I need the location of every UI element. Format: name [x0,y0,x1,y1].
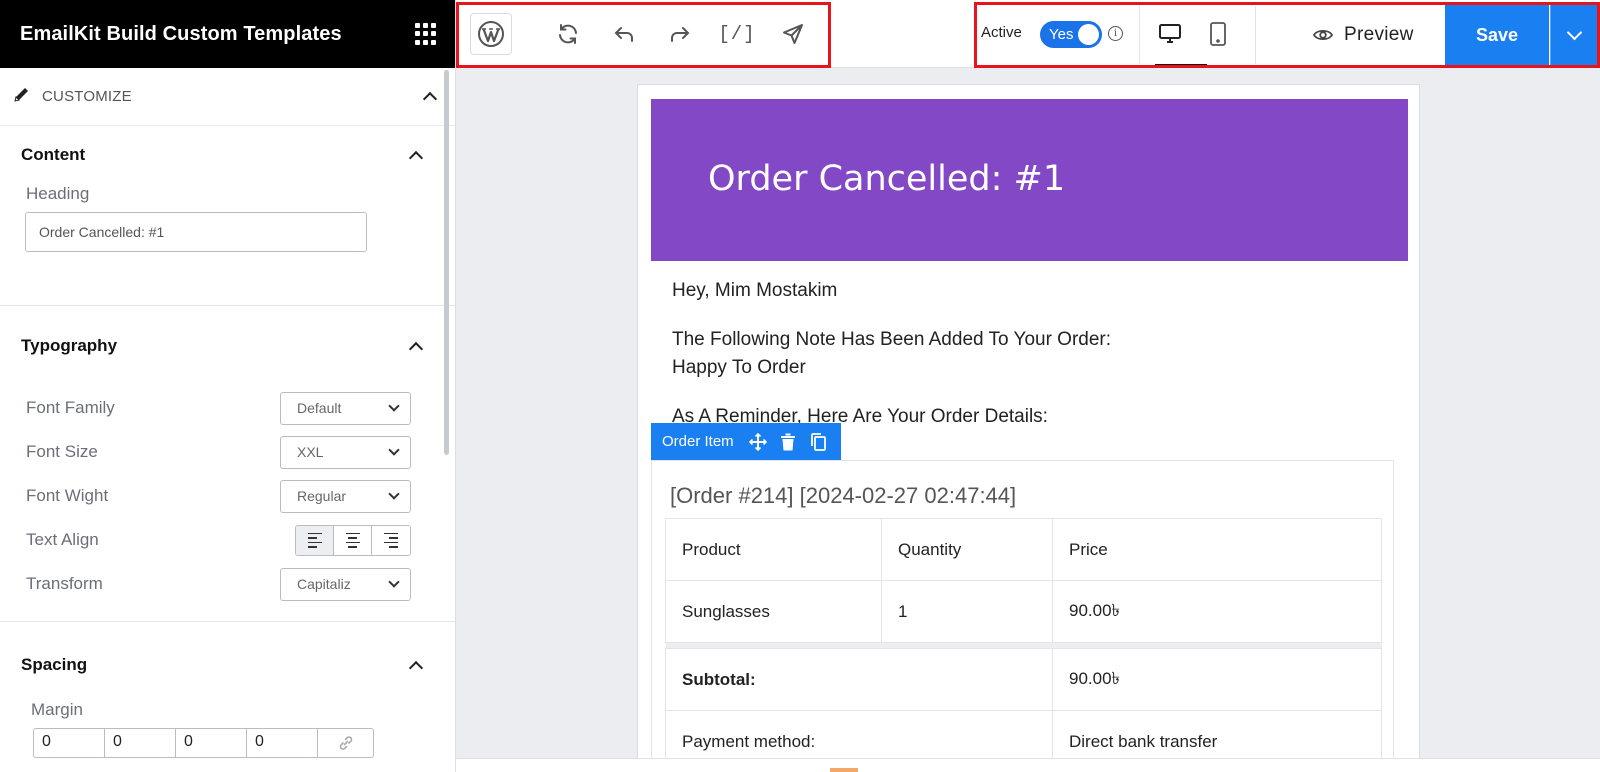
spacing-section-title: Spacing [21,655,88,674]
transform-select[interactable]: Capitaliz [280,567,411,601]
banner-title: Order Cancelled: #1 [708,159,1066,199]
order-heading: [Order #214] [2024-02-27 02:47:44] [670,483,1017,508]
chevron-down-icon [388,444,400,456]
typography-section-title: Typography [21,336,118,355]
order-item-block[interactable]: [Order #214] [2024-02-27 02:47:44] Produ… [651,460,1394,772]
margin-label: Margin [31,700,83,719]
chevron-up-icon [408,150,424,165]
chevron-down-icon [388,400,400,412]
chevron-down-icon [388,576,400,588]
font-size-label: Font Size [26,442,98,461]
spacing-section-header[interactable]: Spacing [0,622,455,708]
font-weight-label: Font Wight [26,486,109,505]
duplicate-icon[interactable] [809,432,828,451]
link-icon[interactable] [317,728,374,758]
font-family-select[interactable]: Default [280,391,411,425]
pencil-icon [12,84,32,109]
table-header-quantity: Quantity [881,518,1053,581]
transform-value: Capitaliz [297,576,351,592]
table-header-product: Product [665,518,882,581]
table-cell-product: Sunglasses [665,580,882,643]
margin-right-input[interactable]: 0 [104,728,175,758]
chevron-down-icon [388,488,400,500]
greeting-text: Hey, Mim Mostakim [672,280,838,301]
subtotal-label: Subtotal: [665,648,1053,711]
highlight-box-right [974,2,1600,68]
order-item-toolbar: Order Item [651,423,841,460]
transform-label: Transform [26,574,103,593]
text-align-row: Text Align [0,518,455,562]
typography-section: Typography Font Family Default Font Size… [0,306,455,622]
font-weight-select[interactable]: Regular [280,479,411,513]
text-align-group [295,524,411,556]
content-section-title: Content [21,145,86,164]
bottom-strip [456,758,1600,772]
apps-grid-icon[interactable] [415,23,437,45]
transform-row: Transform Capitaliz [0,562,455,606]
margin-bottom-input[interactable]: 0 [175,728,246,758]
align-right-icon[interactable] [372,525,410,555]
subtotal-row: Subtotal: 90.00৳ [665,648,1382,711]
font-size-row: Font Size XXL [0,430,455,474]
note-line-1: The Following Note Has Been Added To You… [672,329,1112,350]
margin-inputs: 0 0 0 0 [33,728,455,758]
sidebar: EmailKit Build Custom Templates CUSTOMIZ… [0,0,456,772]
top-toolbar: [/] Active Yes i Preview Save [456,0,1600,68]
table-row: Sunglasses 1 90.00৳ [665,580,1382,643]
app-title: EmailKit Build Custom Templates [20,22,342,45]
font-size-value: XXL [297,444,324,460]
font-family-row: Font Family Default [0,386,455,430]
table-header-price: Price [1052,518,1382,581]
align-left-icon[interactable] [296,525,334,555]
table-cell-quantity: 1 [881,580,1053,643]
email-canvas: Order Cancelled: #1 Hey, Mim Mostakim Th… [637,84,1420,772]
customize-label: CUSTOMIZE [42,88,132,105]
move-icon[interactable] [749,432,768,451]
email-banner[interactable]: Order Cancelled: #1 [651,99,1408,261]
font-weight-row: Font Wight Regular [0,474,455,518]
subtotal-value: 90.00৳ [1052,648,1382,711]
margin-left-input[interactable]: 0 [246,728,317,758]
note-line-2: Happy To Order [672,357,806,378]
margin-top-input[interactable]: 0 [33,728,104,758]
scroll-indicator [830,768,858,772]
chevron-up-icon [422,91,438,107]
table-header-row: Product Quantity Price [665,518,1382,581]
font-family-label: Font Family [26,398,115,417]
chevron-up-icon [408,341,424,356]
order-table: Product Quantity Price Sunglasses 1 90.0… [665,518,1382,772]
font-weight-value: Regular [297,488,347,504]
heading-input[interactable]: Order Cancelled: #1 [25,212,367,252]
font-size-select[interactable]: XXL [280,435,411,469]
content-section: Content Heading Order Cancelled: #1 [0,126,455,306]
font-family-value: Default [297,400,342,416]
text-align-label: Text Align [26,530,99,549]
order-item-label[interactable]: Order Item [662,433,734,450]
highlight-box-left [456,2,831,68]
spacing-section: Spacing Margin 0 0 0 0 [0,622,455,758]
sidebar-header: EmailKit Build Custom Templates [0,0,455,68]
content-section-header[interactable]: Content [0,126,455,184]
chevron-up-icon [408,660,424,675]
customize-toggle[interactable]: CUSTOMIZE [0,68,455,126]
table-cell-price: 90.00৳ [1052,580,1382,643]
sidebar-scrollbar[interactable] [444,70,449,455]
typography-section-header[interactable]: Typography [0,306,455,386]
align-center-icon[interactable] [334,525,372,555]
heading-label: Heading [26,184,90,203]
trash-icon[interactable] [779,432,798,451]
